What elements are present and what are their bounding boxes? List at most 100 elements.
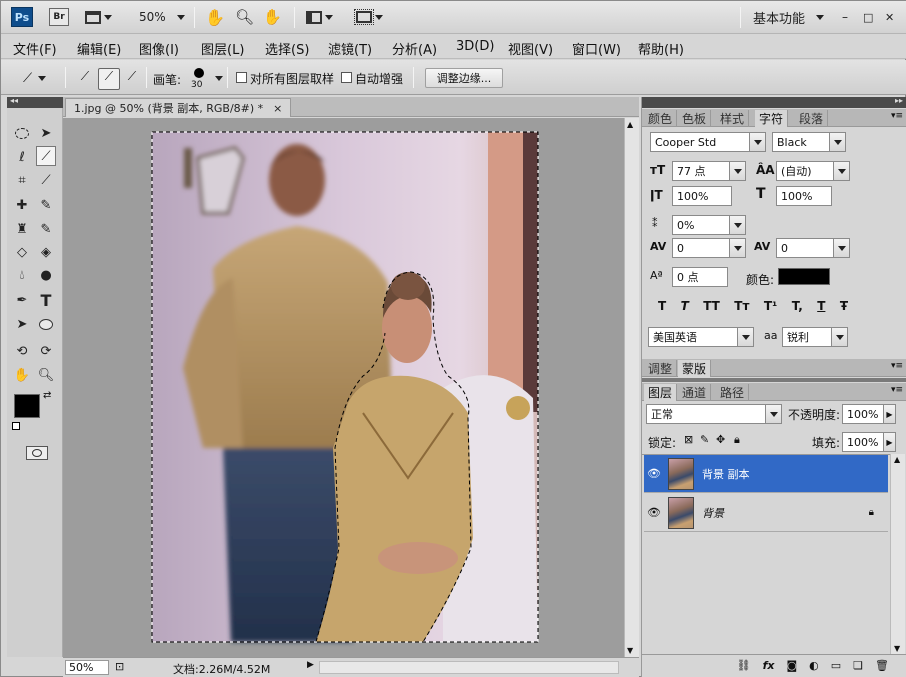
subtract-selection-button[interactable]: ⟋: [122, 69, 142, 89]
visibility-eye-icon[interactable]: 👁︎: [644, 467, 664, 480]
menu-window[interactable]: 窗口(W): [572, 39, 621, 58]
menu-image[interactable]: 图像(I): [139, 39, 179, 58]
menu-3d[interactable]: 3D(D): [456, 39, 494, 54]
auto-enhance-checkbox[interactable]: [341, 72, 352, 83]
tracking-field[interactable]: 0: [776, 238, 850, 258]
tab-layers[interactable]: 图层: [644, 384, 678, 401]
horizontal-scale-field[interactable]: 100%: [776, 186, 832, 206]
layer-row[interactable]: 👁︎ 背景 副本: [644, 455, 888, 493]
quick-selection-tool[interactable]: ⟋: [36, 146, 56, 166]
tab-channels[interactable]: 通道: [678, 384, 712, 401]
zoom-level-dropdown[interactable]: 50%: [139, 7, 185, 27]
menu-analysis[interactable]: 分析(A): [392, 39, 437, 58]
eraser-tool[interactable]: ◇: [12, 242, 32, 262]
menu-edit[interactable]: 编辑(E): [77, 39, 121, 58]
font-style-select[interactable]: Black: [772, 132, 846, 152]
bridge-button[interactable]: Br: [49, 8, 69, 26]
tab-paths[interactable]: 路径: [716, 384, 750, 401]
tools-panel-header[interactable]: ◂◂: [7, 96, 63, 108]
underline-button[interactable]: T: [817, 299, 825, 313]
new-layer-icon[interactable]: ❏: [853, 659, 863, 672]
tab-swatches[interactable]: 色板: [678, 110, 712, 127]
leading-field[interactable]: (自动): [776, 161, 850, 181]
marquee-tool[interactable]: [12, 123, 32, 143]
vertical-scrollbar[interactable]: ▲ ▼: [624, 118, 639, 657]
history-brush-tool[interactable]: ✎: [36, 219, 56, 239]
panel-menu-icon[interactable]: ▾≡: [891, 385, 903, 395]
view-extras-button[interactable]: [85, 7, 112, 27]
new-selection-button[interactable]: ⟋: [75, 69, 95, 89]
link-layers-icon[interactable]: ⛓: [737, 659, 751, 672]
tab-adjustments[interactable]: 调整: [644, 360, 678, 377]
path-selection-tool[interactable]: ➤: [12, 314, 32, 334]
layer-row[interactable]: 👁︎ 背景 🔒︎: [644, 494, 888, 532]
small-caps-button[interactable]: Tт: [734, 299, 749, 313]
tab-character[interactable]: 字符: [755, 110, 789, 127]
font-size-field[interactable]: 77 点: [672, 161, 746, 181]
brush-picker[interactable]: 30: [189, 66, 215, 92]
workspace-switcher[interactable]: 基本功能: [753, 7, 825, 27]
hand-tool[interactable]: ✋: [12, 365, 32, 385]
3d-orbit-tool[interactable]: ⟳: [36, 341, 56, 361]
horizontal-scrollbar[interactable]: [319, 661, 619, 674]
tool-preset-picker[interactable]: ⟋: [19, 67, 57, 89]
scroll-up-icon[interactable]: ▲: [894, 455, 900, 464]
delete-layer-icon[interactable]: 🗑︎: [875, 659, 889, 672]
clone-stamp-tool[interactable]: ♜: [12, 219, 32, 239]
document-canvas[interactable]: [63, 118, 624, 657]
crop-tool[interactable]: ⌗: [12, 170, 32, 190]
tsume-field[interactable]: 0%: [672, 215, 746, 235]
kerning-field[interactable]: 0: [672, 238, 746, 258]
blend-mode-select[interactable]: 正常: [646, 404, 782, 424]
text-color-swatch[interactable]: [778, 268, 830, 285]
status-info-icon[interactable]: ⊡: [115, 660, 124, 673]
rotate-view-button[interactable]: ✋: [263, 7, 282, 27]
shape-tool[interactable]: [36, 314, 56, 334]
arrange-documents-button[interactable]: [306, 7, 333, 27]
close-button[interactable]: ✕: [885, 7, 894, 27]
baseline-shift-field[interactable]: 0 点: [672, 267, 728, 287]
strikethrough-button[interactable]: Ŧ: [840, 299, 848, 313]
tab-masks[interactable]: 蒙版: [678, 360, 712, 377]
document-tab[interactable]: 1.jpg @ 50% (背景 副本, RGB/8#) * ×: [65, 98, 292, 117]
brush-tool[interactable]: ✎: [36, 195, 56, 215]
type-tool[interactable]: T: [36, 290, 56, 310]
tab-paragraph[interactable]: 段落: [795, 110, 829, 127]
pen-tool[interactable]: ✒: [12, 290, 32, 310]
quick-mask-button[interactable]: [26, 446, 48, 460]
eyedropper-tool[interactable]: ⟋: [36, 170, 56, 190]
lock-all-icon[interactable]: 🔒︎: [734, 433, 740, 447]
canvas-area[interactable]: [63, 118, 624, 657]
faux-bold-button[interactable]: T: [658, 299, 666, 313]
minimize-button[interactable]: –: [842, 7, 848, 27]
menu-filter[interactable]: 滤镜(T): [328, 39, 372, 58]
panel-menu-icon[interactable]: ▾≡: [891, 361, 903, 371]
vertical-scale-field[interactable]: 100%: [672, 186, 732, 206]
layers-scrollbar[interactable]: ▲ ▼: [890, 454, 905, 654]
default-colors-icon[interactable]: [12, 422, 20, 430]
antialias-select[interactable]: 锐利: [782, 327, 848, 347]
new-group-icon[interactable]: ▭: [831, 659, 841, 672]
sample-all-layers-checkbox[interactable]: [236, 72, 247, 83]
menu-help[interactable]: 帮助(H): [638, 39, 684, 58]
dodge-tool[interactable]: ●: [36, 265, 56, 285]
3d-rotate-tool[interactable]: ⟲: [12, 341, 32, 361]
move-tool[interactable]: ➤: [36, 123, 56, 143]
subscript-button[interactable]: T,: [792, 299, 803, 313]
lock-pixels-icon[interactable]: ✎: [700, 433, 709, 446]
lasso-tool[interactable]: ℓ: [12, 147, 32, 167]
superscript-button[interactable]: T¹: [764, 299, 777, 313]
spot-healing-tool[interactable]: ✚: [12, 195, 32, 215]
panel-menu-icon[interactable]: ▾≡: [891, 111, 903, 121]
swap-colors-icon[interactable]: ⇄: [43, 390, 51, 401]
menu-layer[interactable]: 图层(L): [201, 39, 244, 58]
status-zoom-field[interactable]: 50%: [65, 660, 109, 675]
layer-style-icon[interactable]: fx: [763, 659, 775, 672]
screen-mode-button[interactable]: [354, 7, 383, 27]
foreground-color-swatch[interactable]: [14, 394, 40, 418]
add-mask-icon[interactable]: ◙: [786, 659, 797, 672]
menu-view[interactable]: 视图(V): [508, 39, 553, 58]
close-tab-icon[interactable]: ×: [273, 102, 282, 115]
maximize-button[interactable]: □: [863, 7, 873, 27]
font-family-select[interactable]: Cooper Std: [650, 132, 766, 152]
